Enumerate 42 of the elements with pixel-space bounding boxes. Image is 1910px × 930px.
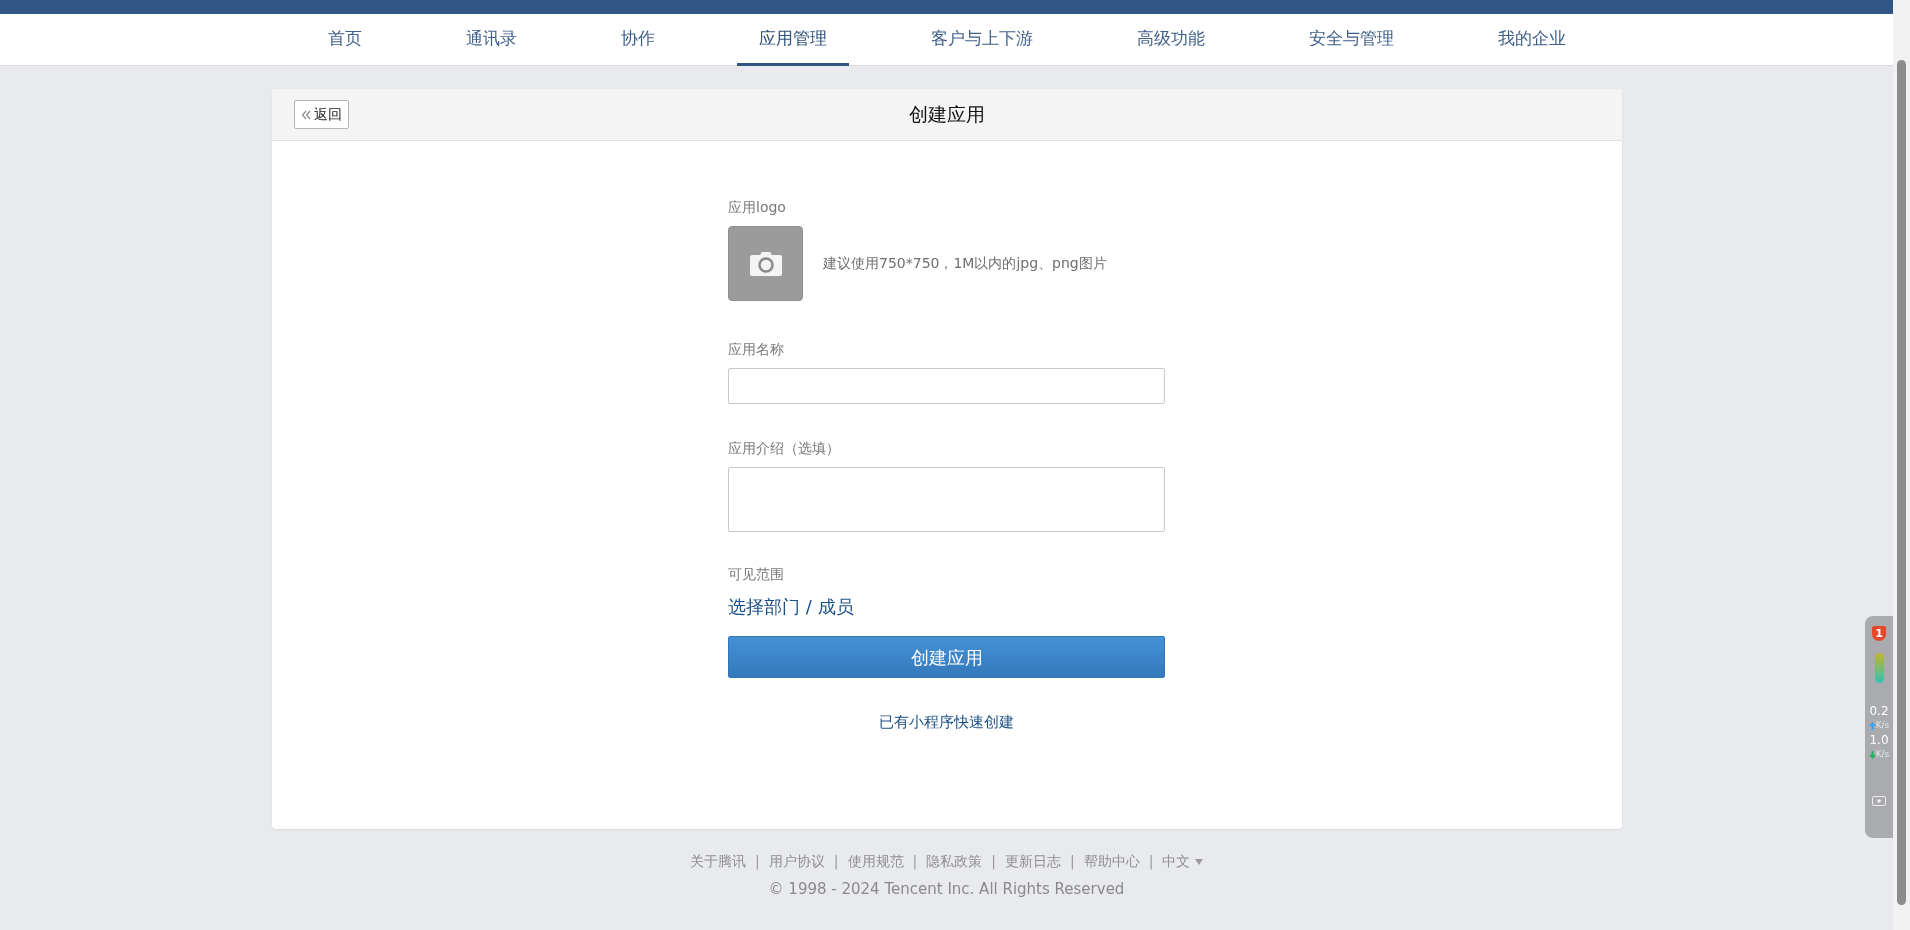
field-label: 应用logo xyxy=(728,198,787,217)
page-title: 创建应用 xyxy=(908,102,985,128)
nav-tab[interactable]: 我的企业 xyxy=(1475,14,1588,66)
speed-unit: K/s xyxy=(1868,721,1890,730)
nav-tab[interactable]: 高级功能 xyxy=(1114,14,1227,66)
description-textarea[interactable] xyxy=(728,467,1165,532)
caret-icon xyxy=(1194,859,1203,865)
speed-value: 1.0 xyxy=(1869,734,1889,746)
camera-icon[interactable] xyxy=(1872,793,1886,806)
separator: | xyxy=(1148,853,1154,869)
name-input[interactable] xyxy=(728,368,1165,404)
speed-unit: K/s xyxy=(1868,750,1890,759)
scrollbar-thumb[interactable] xyxy=(1897,60,1906,905)
nav-tab[interactable]: 客户与上下游 xyxy=(908,14,1055,66)
up-arrow-icon xyxy=(1868,721,1876,730)
scrollbar[interactable] xyxy=(1893,0,1910,930)
battery-gauge xyxy=(1874,653,1884,683)
camera-icon xyxy=(749,251,782,276)
separator: | xyxy=(1070,853,1075,869)
separator: | xyxy=(991,853,996,869)
separator: | xyxy=(833,853,839,869)
quick-create-link[interactable]: 已有小程序快速创建 xyxy=(879,713,1014,731)
select-members-link[interactable]: 选择部门 / 成员 xyxy=(728,596,854,617)
field-label: 可见范围 xyxy=(728,565,785,584)
upload-hint: 建议使用750*750，1M以内的jpg、png图片 xyxy=(823,254,1107,273)
nav-tab[interactable]: 首页 xyxy=(305,14,384,66)
speed-value: 0.2 xyxy=(1869,705,1889,717)
copyright-text: © 1998 - 2024 Tencent Inc. All Rights Reserved xyxy=(767,879,1126,900)
nav-tab[interactable]: 应用管理 xyxy=(736,14,849,66)
nav-tab[interactable]: 协作 xyxy=(598,14,677,66)
nav-tab[interactable]: 通讯录 xyxy=(443,14,539,66)
logo-upload[interactable] xyxy=(728,226,803,301)
create-button[interactable]: 创建应用 xyxy=(728,636,1165,678)
separator: | xyxy=(912,853,918,869)
field-label: 应用介绍（选填） xyxy=(728,439,841,458)
separator: | xyxy=(755,853,760,869)
double-chevron-icon xyxy=(300,109,311,120)
notification-badge: 1 xyxy=(1872,626,1886,641)
nav-tab[interactable]: 安全与管理 xyxy=(1286,14,1416,66)
down-arrow-icon xyxy=(1868,750,1876,759)
field-label: 应用名称 xyxy=(728,340,785,359)
back-button[interactable]: 返回 xyxy=(293,100,349,129)
